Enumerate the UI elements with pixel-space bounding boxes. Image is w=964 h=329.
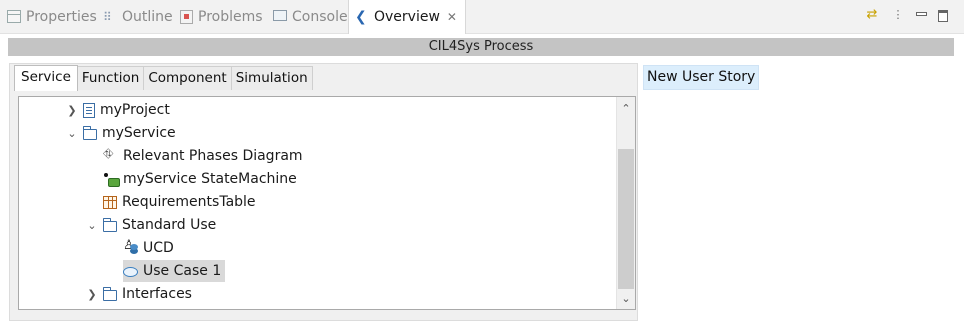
- chevron-right-icon[interactable]: ❯: [65, 104, 79, 117]
- tree-item-ucd[interactable]: UCD: [123, 237, 174, 259]
- outline-icon: ⠿: [103, 9, 112, 24]
- state-machine-icon: [103, 172, 120, 187]
- tree-item-label: Relevant Phases Diagram: [123, 148, 303, 164]
- scroll-up-icon[interactable]: ⌃: [617, 101, 635, 117]
- tree-item-label: RequirementsTable: [122, 194, 256, 210]
- chevron-right-icon[interactable]: ❯: [85, 288, 99, 301]
- tab-problems[interactable]: Problems: [180, 0, 263, 33]
- tab-component[interactable]: Component: [143, 66, 232, 90]
- tab-service[interactable]: Service: [14, 65, 78, 91]
- tree-item-label: myService StateMachine: [123, 171, 297, 187]
- tab-label: Properties: [26, 8, 97, 25]
- process-title: CIL4Sys Process: [8, 38, 954, 56]
- overview-icon: ❮: [355, 9, 367, 25]
- folder-icon: [103, 286, 117, 301]
- properties-icon: [7, 10, 21, 23]
- maximize-icon[interactable]: [936, 8, 950, 22]
- scroll-down-icon[interactable]: ⌄: [617, 291, 635, 307]
- diagram-icon: [103, 147, 118, 164]
- tree-item-requirements-table[interactable]: RequirementsTable: [103, 191, 256, 213]
- folder-icon: [103, 217, 117, 232]
- console-icon: [273, 10, 287, 21]
- tab-outline[interactable]: ⠿ Outline: [103, 0, 173, 33]
- service-tree: ❯ myProject ⌄ myService Relevant Phases …: [18, 96, 636, 310]
- table-icon: [103, 195, 117, 209]
- tab-simulation[interactable]: Simulation: [230, 66, 313, 90]
- section-tab-bar: Service Function Component Simulation: [14, 65, 313, 91]
- tab-console[interactable]: Console: [273, 0, 348, 33]
- problems-icon: [180, 9, 193, 24]
- close-icon[interactable]: ✕: [447, 10, 457, 24]
- sync-icon[interactable]: ⇄: [865, 8, 879, 22]
- project-icon: [83, 102, 95, 118]
- process-panel: Service Function Component Simulation ❯ …: [9, 63, 638, 321]
- view-menu-icon[interactable]: ⋮: [891, 8, 905, 22]
- chevron-down-icon[interactable]: ⌄: [85, 219, 99, 232]
- tab-label: Outline: [122, 8, 173, 25]
- tree-item-myservice[interactable]: ⌄ myService: [65, 122, 176, 144]
- use-case-icon: [123, 266, 138, 277]
- tree-item-state-machine[interactable]: myService StateMachine: [103, 168, 297, 190]
- tab-properties[interactable]: Properties: [7, 0, 97, 33]
- tree-item-use-case-1[interactable]: Use Case 1: [123, 260, 226, 282]
- scrollbar-thumb[interactable]: [618, 149, 634, 289]
- folder-icon: [83, 125, 97, 140]
- tree-item-label: Use Case 1: [143, 263, 222, 279]
- tree-item-label: Standard Use: [122, 217, 217, 233]
- tree-item-label: UCD: [143, 240, 174, 256]
- chevron-down-icon[interactable]: ⌄: [65, 127, 79, 140]
- tab-function[interactable]: Function: [76, 66, 145, 90]
- minimize-icon[interactable]: [914, 8, 928, 22]
- tree-item-relevant-phases-diagram[interactable]: Relevant Phases Diagram: [103, 145, 303, 167]
- tree-item-label: myProject: [100, 102, 170, 118]
- tab-label: Overview: [374, 9, 440, 25]
- tab-label: Console: [292, 8, 348, 25]
- tree-item-label: Interfaces: [122, 286, 192, 302]
- view-tab-bar: Properties ⠿ Outline Problems Console ❮ …: [0, 0, 964, 34]
- tab-overview[interactable]: ❮ Overview ✕: [348, 0, 466, 34]
- tree-item-label: myService: [102, 125, 176, 141]
- new-user-story-button[interactable]: New User Story: [643, 65, 760, 90]
- tree-item-interfaces[interactable]: ❯ Interfaces: [85, 283, 192, 305]
- use-case-diagram-icon: [123, 238, 138, 256]
- tree-scrollbar[interactable]: ⌃ ⌄: [616, 97, 635, 309]
- tree-item-standard-use[interactable]: ⌄ Standard Use: [85, 214, 216, 236]
- tab-label: Problems: [198, 8, 263, 25]
- tree-item-myproject[interactable]: ❯ myProject: [65, 99, 170, 121]
